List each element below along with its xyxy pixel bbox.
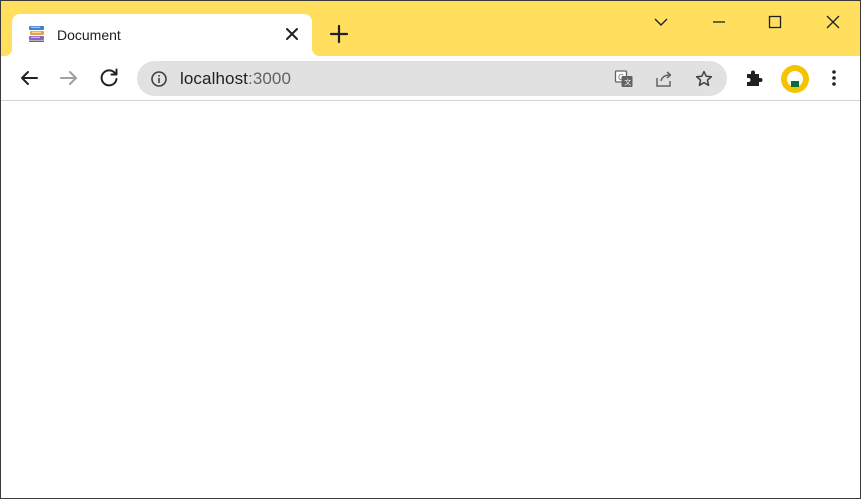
minimize-icon[interactable] <box>707 10 731 34</box>
browser-window: Document localhost:3000 G 文 <box>0 0 861 499</box>
svg-text:G: G <box>618 73 624 82</box>
arrow-right-icon[interactable] <box>57 66 81 90</box>
url-text[interactable]: localhost:3000 <box>180 69 291 89</box>
profile-avatar[interactable] <box>781 65 809 93</box>
tab-title: Document <box>57 27 121 43</box>
share-icon[interactable] <box>654 69 674 89</box>
translate-icon[interactable]: G 文 <box>614 69 634 89</box>
toolbar: localhost:3000 G 文 <box>1 56 860 101</box>
tab-strip: Document <box>1 1 860 56</box>
avatar-base <box>791 81 799 87</box>
info-icon[interactable] <box>150 70 168 88</box>
tab-close-icon[interactable] <box>283 25 301 43</box>
tab-document[interactable]: Document <box>4 14 320 56</box>
new-tab-icon[interactable] <box>328 23 350 45</box>
books-icon <box>29 26 44 42</box>
url-port: :3000 <box>248 69 292 88</box>
page-content[interactable] <box>1 102 860 498</box>
arrow-left-icon[interactable] <box>17 66 41 90</box>
star-icon[interactable] <box>694 69 714 89</box>
reload-icon[interactable] <box>97 66 121 90</box>
chevron-down-icon[interactable] <box>649 10 673 34</box>
puzzle-icon[interactable] <box>743 67 765 89</box>
address-bar[interactable]: localhost:3000 G 文 <box>137 61 727 96</box>
kebab-menu-icon[interactable] <box>823 67 845 89</box>
close-icon[interactable] <box>821 10 845 34</box>
svg-text:文: 文 <box>624 78 631 87</box>
maximize-icon[interactable] <box>763 10 787 34</box>
url-host: localhost <box>180 69 248 88</box>
